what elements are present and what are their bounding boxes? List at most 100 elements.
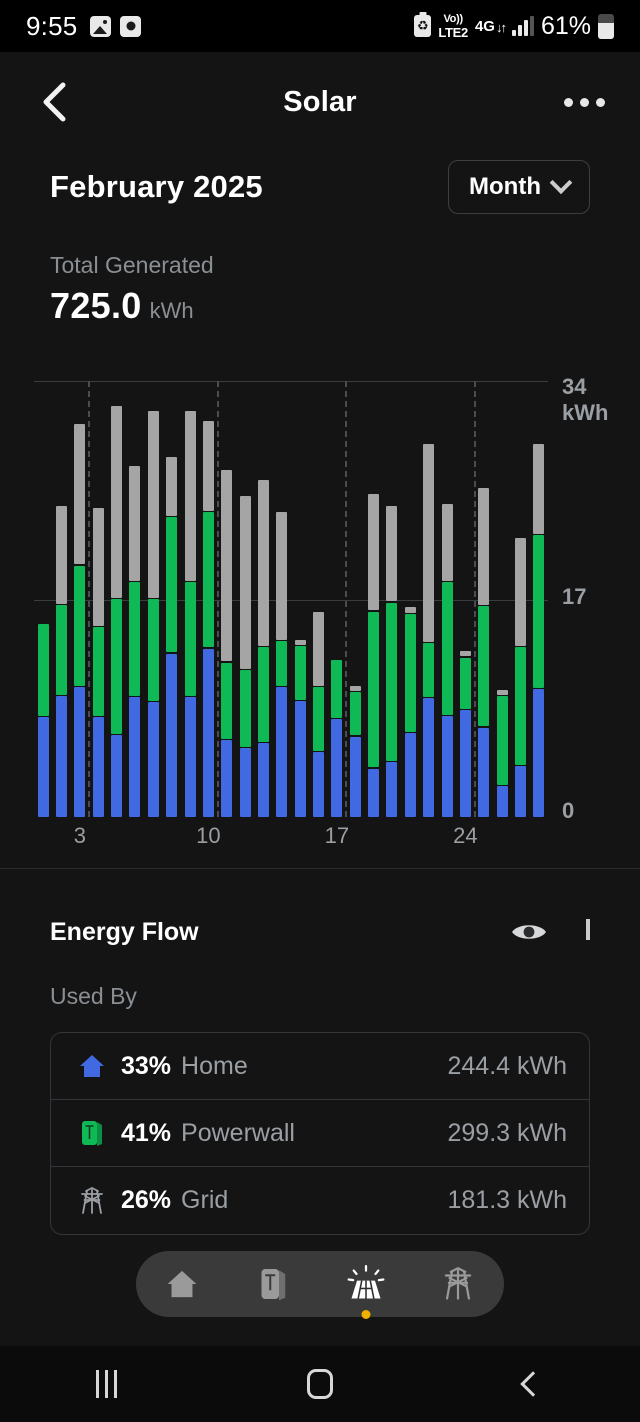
chart-bar-segment-powerwall <box>276 640 288 686</box>
chart-bar-segment-powerwall <box>184 582 196 696</box>
chart-bar-segment-powerwall <box>56 605 68 695</box>
android-back-button[interactable] <box>488 1354 578 1414</box>
chart-bar-segment-powerwall <box>386 602 398 761</box>
chart-bar-segment-home <box>239 748 251 817</box>
chart-bar-segment-grid <box>184 411 196 582</box>
chart-bar-segment-home <box>37 717 49 817</box>
period-title: February 2025 <box>50 169 263 204</box>
chart-bar-segment-home <box>111 735 123 817</box>
chart-bar-segment-grid <box>56 505 68 604</box>
chart-bar-segment-grid <box>239 495 251 670</box>
used-by-label: Used By <box>50 983 137 1009</box>
overflow-menu-icon-dot <box>595 97 605 107</box>
chart-plot-area <box>34 381 548 817</box>
chart-bar-segment-powerwall <box>74 565 86 686</box>
chart-bar-segment-powerwall <box>313 686 325 751</box>
used-by-list: 33% Home 244.4 kWh 41% Powerwall 299.3 k… <box>50 1032 590 1235</box>
grid-tower-icon-svg <box>81 1186 103 1214</box>
chart-bar-segment-home <box>441 716 453 817</box>
y-axis-min-label: 0 <box>562 798 575 823</box>
chart-bar-segment-home <box>257 742 269 817</box>
recents-icon <box>96 1370 118 1398</box>
chart-bar-segment-home <box>92 717 104 817</box>
network-type-label: 4G <box>474 17 495 35</box>
solar-energy-screen: 9:55 Vo)) LTE2 4G ↓↑ 61% Solar <box>0 0 640 1422</box>
chart-bar-segment-home <box>386 762 398 817</box>
chart-bar-segment-powerwall <box>221 662 233 740</box>
total-generated-value-row: 725.0 kWh <box>0 285 640 327</box>
y-axis-max-label: 34 kWh <box>562 374 608 426</box>
chart-bar-segment-home <box>533 689 545 817</box>
chart-bar-segment-home <box>56 695 68 817</box>
chart-bar-segment-powerwall <box>459 657 471 709</box>
chart-bar-segment-grid <box>368 494 380 611</box>
android-home-button[interactable] <box>275 1354 365 1414</box>
summary-top-row: February 2025 Month <box>0 160 640 214</box>
chart-bar-segment-grid <box>129 466 141 582</box>
powerwall-icon <box>73 1119 111 1147</box>
android-navigation-bar <box>0 1346 640 1422</box>
used-by-name: Powerwall <box>181 1118 295 1147</box>
used-by-percent: 26% <box>121 1186 172 1214</box>
collapse-section-button[interactable] <box>586 919 590 941</box>
chevron-up-icon <box>586 919 590 940</box>
range-selector-button[interactable]: Month <box>448 160 590 214</box>
chart-bar-segment-grid <box>111 406 123 598</box>
back-chevron-icon <box>520 1371 547 1397</box>
chart-bar-segment-home <box>166 653 178 817</box>
tab-powerwall[interactable] <box>242 1255 306 1313</box>
used-by-row-powerwall[interactable]: 41% Powerwall 299.3 kWh <box>51 1100 589 1167</box>
chart-bar-segment-grid <box>386 505 398 602</box>
tab-grid[interactable] <box>426 1255 490 1313</box>
chart-bar-segment-powerwall <box>423 643 435 698</box>
powerwall-icon <box>261 1269 286 1301</box>
chart-bar-segment-grid <box>294 639 306 645</box>
chart-bar-segment-home <box>313 751 325 817</box>
chart-bar-segment-home <box>294 700 306 817</box>
chart-bar-segment-powerwall <box>441 582 453 715</box>
chevron-down-icon <box>549 171 573 195</box>
used-by-value: 299.3 kWh <box>447 1118 567 1147</box>
chart-bar-segment-grid <box>533 444 545 534</box>
status-bar-system-icons: Vo)) LTE2 4G ↓↑ 61% <box>414 12 614 41</box>
overflow-menu-button[interactable] <box>556 78 612 126</box>
x-axis-tick-label: 17 <box>324 823 350 848</box>
photo-icon <box>90 15 112 37</box>
signal-bars-icon <box>511 16 534 36</box>
y-axis-max-value: 34 <box>562 374 587 399</box>
screen-recorder-icon <box>120 15 142 37</box>
android-recents-button[interactable] <box>62 1354 152 1414</box>
eye-icon <box>512 925 546 939</box>
energy-flow-section: Energy Flow Used By 33% Home 244.4 kWh 4… <box>0 868 640 1235</box>
volte-bottom-label: LTE2 <box>438 24 468 40</box>
back-button[interactable] <box>30 78 78 126</box>
used-by-percent: 33% <box>121 1051 172 1080</box>
status-bar-clock: 9:55 <box>26 10 78 41</box>
used-by-name: Home <box>181 1051 248 1080</box>
bottom-tab-bar <box>136 1251 504 1319</box>
tab-solar[interactable] <box>334 1255 398 1319</box>
used-by-row-home[interactable]: 33% Home 244.4 kWh <box>51 1033 589 1100</box>
chart-bar-segment-powerwall <box>257 647 269 742</box>
visibility-toggle-button[interactable] <box>510 913 548 951</box>
chart-bar-segment-home <box>478 727 490 817</box>
used-by-row-grid[interactable]: 26% Grid 181.3 kWh <box>51 1167 589 1234</box>
x-axis-tick-label: 24 <box>453 823 478 848</box>
solar-generation-chart[interactable]: 34 kWh 17 0 3 10 17 24 <box>0 374 640 848</box>
tab-home[interactable] <box>150 1255 214 1313</box>
total-generated-value: 725.0 <box>50 285 142 326</box>
chart-bar-segment-grid <box>349 685 361 691</box>
chart-bar-segment-powerwall <box>478 606 490 727</box>
grid-tower-icon <box>444 1267 472 1300</box>
chart-bar-segment-home <box>514 765 526 817</box>
chart-bar-segment-home <box>202 648 214 817</box>
powerwall-icon-svg <box>82 1121 102 1146</box>
chart-bar-segment-grid <box>257 480 269 647</box>
chart-bar-segment-home <box>459 709 471 817</box>
chart-bar-segment-powerwall <box>331 660 343 718</box>
chart-bar-segment-home <box>496 786 508 817</box>
battery-percent-label: 61% <box>540 11 591 40</box>
chart-bar-segment-grid <box>147 411 159 598</box>
page-title: Solar <box>283 85 357 118</box>
energy-flow-header: Energy Flow <box>0 868 640 951</box>
